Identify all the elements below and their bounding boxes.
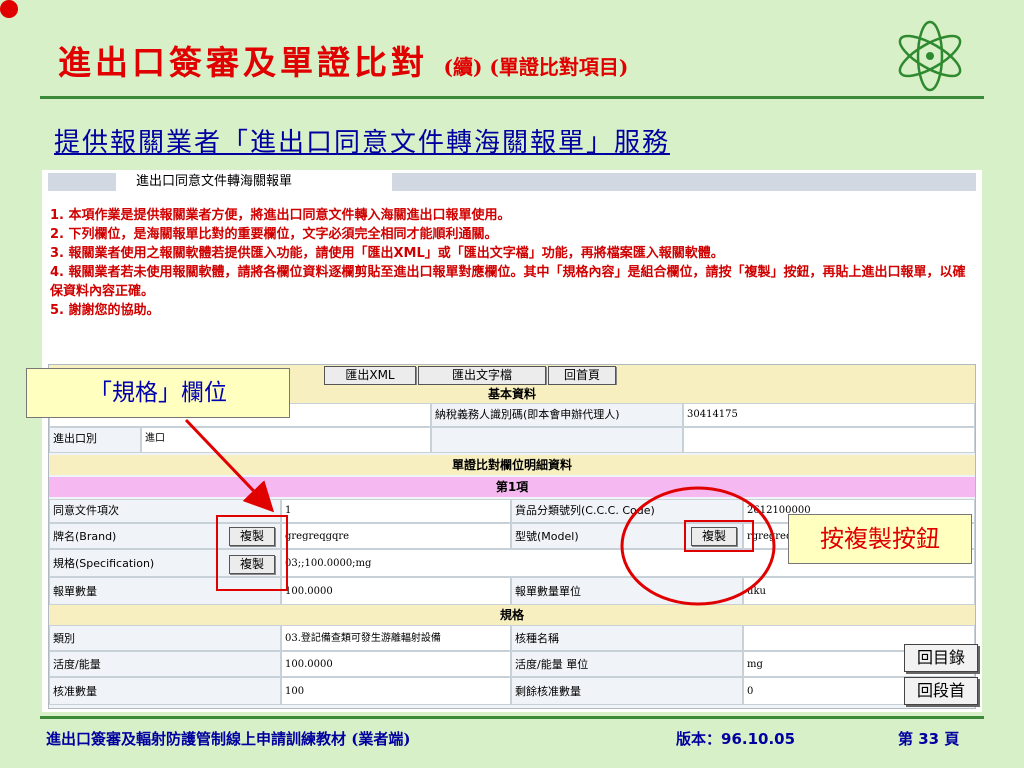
- toc-button[interactable]: 回目錄: [904, 644, 978, 672]
- instruction-item: 3. 報關業者使用之報關軟體若提供匯入功能，請使用「匯出XML」或「匯出文字檔」…: [50, 246, 724, 261]
- qty-unit-value: uku: [743, 577, 975, 605]
- footer-rule: [40, 716, 984, 719]
- footer-page: 第 33 頁: [898, 728, 959, 749]
- slide-title-suffix: (續) (單證比對項目): [443, 55, 629, 79]
- press-copy-callout: 按複製按鈕: [788, 514, 972, 564]
- export-text-button[interactable]: 匯出文字檔: [418, 366, 546, 385]
- copy-model-highlight: [684, 520, 754, 552]
- qty-value: 100.0000: [281, 577, 511, 605]
- tax-id-value: 30414175: [683, 403, 975, 427]
- category-value: 03.登記備查類可發生游離輻射設備: [281, 625, 511, 651]
- activity-unit-label: 活度/能量 單位: [511, 651, 743, 677]
- instruction-item: 1. 本項作業是提供報關業者方便，將進出口同意文件轉入海關進出口報單使用。: [50, 208, 511, 223]
- footer-page-prefix: 第: [898, 730, 914, 748]
- remaining-label: 剩餘核准數量: [511, 677, 743, 705]
- export-xml-button[interactable]: 匯出XML: [324, 366, 416, 385]
- slide-bullet: [0, 0, 18, 18]
- category-label: 類別: [49, 625, 281, 651]
- approved-label: 核准數量: [49, 677, 281, 705]
- activity-value: 100.0000: [281, 651, 511, 677]
- nuclide-label: 核種名稱: [511, 625, 743, 651]
- footer-version: 版本：96.10.05: [676, 728, 795, 749]
- io-value: 進口: [141, 427, 431, 453]
- tax-id-label: 納稅義務人識別碼(即本會申辦代理人): [431, 403, 683, 427]
- footer-course: 進出口簽審及輻射防護管制線上申請訓練教材 (業者端): [46, 730, 411, 748]
- spec-section-heading: 規格: [49, 605, 975, 625]
- instruction-item: 2. 下列欄位，是海關報單比對的重要欄位，文字必須完全相同才能順利通關。: [50, 227, 498, 242]
- qty-unit-label: 報單數量單位: [511, 577, 743, 605]
- detail-section-heading: 單證比對欄位明細資料: [49, 455, 975, 475]
- copy-buttons-highlight: [216, 515, 288, 591]
- instructions-list: 1. 本項作業是提供報關業者方便，將進出口同意文件轉入海關進出口報單使用。 2.…: [50, 206, 970, 320]
- footer-page-suffix: 頁: [944, 730, 960, 748]
- slide-title: 進出口簽審及單證比對 (續) (單證比對項目): [58, 36, 628, 84]
- spec-field-callout: 「規格」欄位: [26, 368, 290, 418]
- title-rule: [40, 96, 984, 99]
- section-start-button[interactable]: 回段首: [904, 677, 978, 705]
- footer-page-number: 33: [918, 730, 940, 748]
- empty-cell: [431, 427, 683, 453]
- instruction-item: 5. 謝謝您的協助。: [50, 303, 160, 318]
- item-heading: 第1項: [49, 477, 975, 497]
- footer-version-value: 96.10.05: [721, 730, 796, 748]
- atom-logo-icon: [898, 20, 962, 92]
- page-header-title: 進出口同意文件轉海關報單: [116, 171, 392, 193]
- slide-title-main: 進出口簽審及單證比對: [58, 43, 428, 82]
- empty-cell: [683, 427, 975, 453]
- instruction-item: 4. 報關業者若未使用報關軟體，請將各欄位資料逐欄剪貼至進出口報單對應欄位。其中…: [50, 265, 966, 299]
- io-label: 進出口別: [49, 427, 141, 453]
- activity-label: 活度/能量: [49, 651, 281, 677]
- slide-subtitle: 提供報關業者「進出口同意文件轉海關報單」服務: [54, 128, 671, 158]
- footer-version-label: 版本：: [676, 730, 722, 748]
- approved-value: 100: [281, 677, 511, 705]
- doc-item-value: 1: [281, 499, 511, 523]
- home-button[interactable]: 回首頁: [548, 366, 616, 385]
- brand-value: gregreqgqre: [281, 523, 511, 549]
